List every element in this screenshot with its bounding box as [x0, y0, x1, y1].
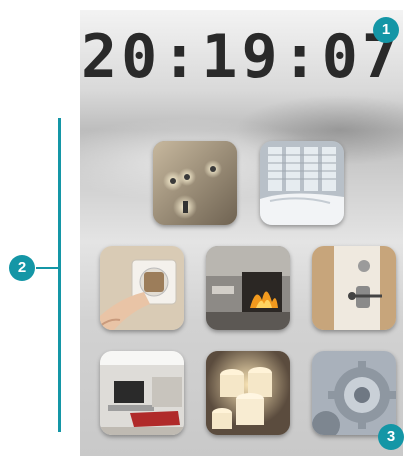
tv-room-icon — [100, 351, 184, 435]
plug-icon — [100, 246, 184, 330]
key-lock-icon — [312, 246, 396, 330]
tile-power-outlet[interactable] — [100, 246, 184, 330]
callout-1: 1 — [373, 17, 399, 43]
callout-3: 3 — [378, 424, 404, 450]
tile-candles[interactable] — [206, 351, 290, 435]
clock-display: 20:19:07 — [81, 22, 402, 92]
home-screen: 20:19:07 — [80, 10, 403, 456]
tile-lighting[interactable] — [153, 141, 237, 225]
tile-settings[interactable] — [312, 351, 396, 435]
tile-door-lock[interactable] — [312, 246, 396, 330]
window-blinds-icon — [260, 141, 344, 225]
tile-living-room[interactable] — [100, 351, 184, 435]
group-bracket-tick — [36, 267, 58, 269]
callout-2: 2 — [9, 255, 35, 281]
gears-icon — [312, 351, 396, 435]
candles-icon — [206, 351, 290, 435]
spotlight-icon — [153, 141, 237, 225]
tile-fireplace[interactable] — [206, 246, 290, 330]
group-bracket-line — [58, 118, 61, 432]
fireplace-icon — [206, 246, 290, 330]
tile-blinds[interactable] — [260, 141, 344, 225]
